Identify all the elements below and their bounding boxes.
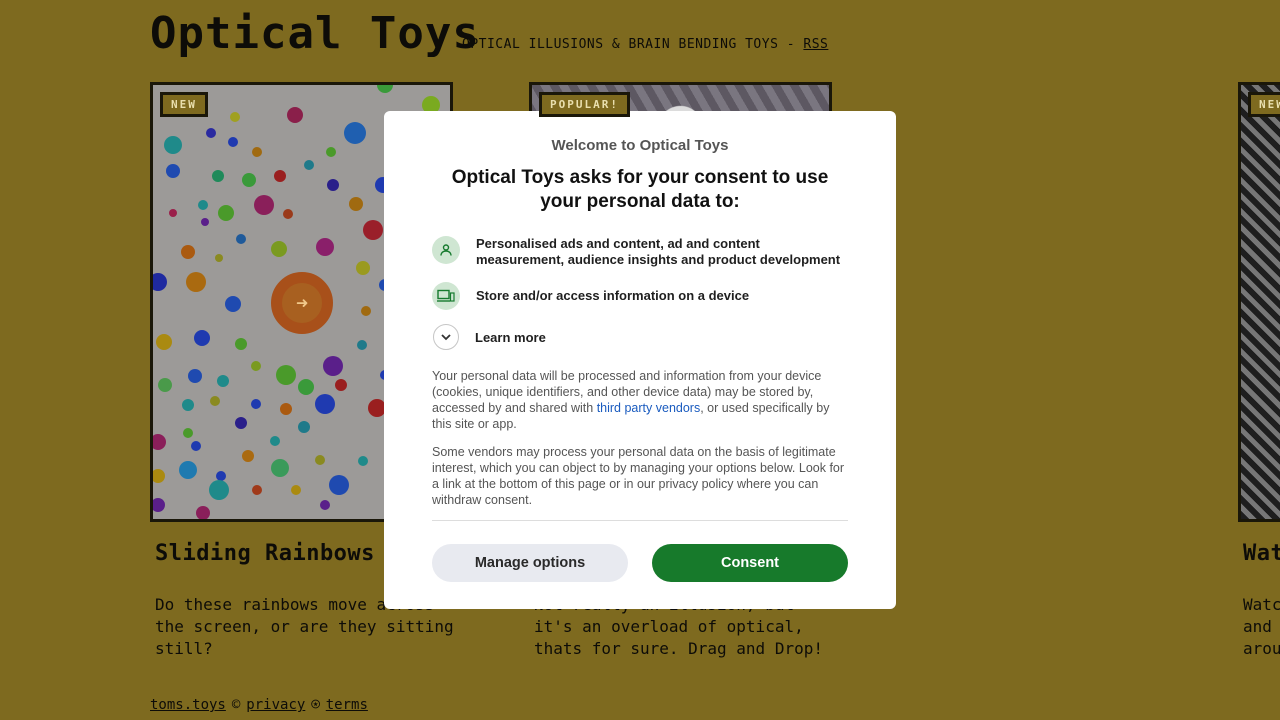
consent-eyebrow: Welcome to Optical Toys xyxy=(551,137,729,154)
chevron-down-icon[interactable] xyxy=(433,324,459,350)
divider xyxy=(432,520,848,521)
manage-options-button[interactable]: Manage options xyxy=(432,544,628,582)
learn-more-label[interactable]: Learn more xyxy=(475,330,546,345)
purpose-text: Store and/or access information on a dev… xyxy=(476,288,750,303)
purpose-item: Personalised ads and content, ad and con… xyxy=(432,236,848,268)
new-badge: NEW xyxy=(160,92,208,117)
learn-more-row[interactable]: Learn more xyxy=(432,324,848,350)
consent-buttons: Manage options Consent xyxy=(432,544,848,582)
purpose-text: Personalised ads and content, ad and con… xyxy=(476,236,841,267)
new-badge: NEW xyxy=(1248,92,1280,117)
consent-body-2: Some vendors may process your personal d… xyxy=(432,445,845,507)
consent-body-1: Your personal data will be processed and… xyxy=(432,368,848,432)
third-party-vendors-link[interactable]: third party vendors xyxy=(597,401,701,415)
consent-heading: Optical Toys asks for your consent to us… xyxy=(451,167,829,212)
consent-button[interactable]: Consent xyxy=(652,544,848,582)
consent-dialog: Welcome to Optical Toys Optical Toys ask… xyxy=(384,111,896,609)
device-icon xyxy=(432,282,460,310)
popular-badge: POPULAR! xyxy=(539,92,630,117)
person-icon xyxy=(432,236,460,264)
purpose-item: Store and/or access information on a dev… xyxy=(432,282,848,310)
